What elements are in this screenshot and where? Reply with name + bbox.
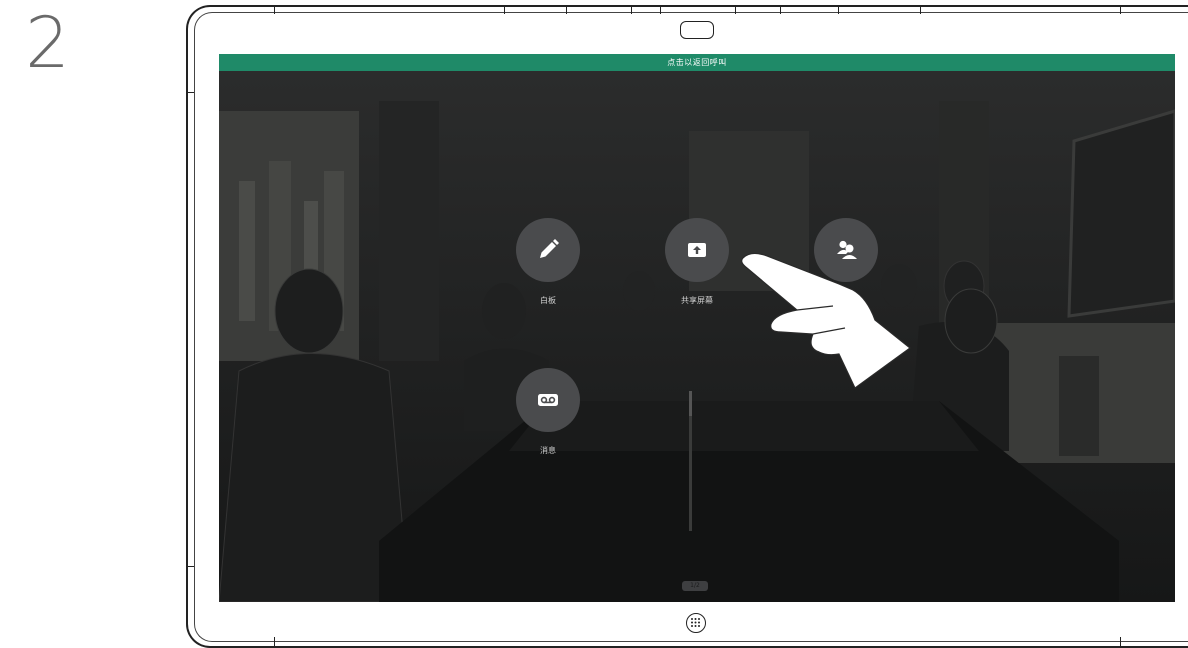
bezel-tick bbox=[660, 5, 661, 14]
home-button[interactable] bbox=[686, 613, 706, 633]
share-screen-icon bbox=[688, 243, 706, 257]
bezel-tick bbox=[735, 5, 736, 14]
grid-dots-icon bbox=[691, 618, 700, 627]
share-screen-circle[interactable] bbox=[665, 218, 729, 282]
bezel-tick bbox=[631, 5, 632, 14]
step-number: 2 bbox=[25, 2, 70, 84]
pencil-icon bbox=[540, 239, 559, 258]
bezel-tick bbox=[566, 5, 567, 14]
bezel-tick bbox=[186, 92, 194, 93]
bezel-tick bbox=[1120, 637, 1121, 647]
camera-icon bbox=[680, 21, 714, 39]
whiteboard-circle[interactable] bbox=[516, 218, 580, 282]
bezel-tick bbox=[838, 5, 839, 14]
bezel-tick bbox=[186, 566, 194, 567]
messages-button[interactable]: 消息 bbox=[498, 368, 598, 456]
messages-circle[interactable] bbox=[516, 368, 580, 432]
touch-screen: 点击以返回呼叫 白板 共享屏幕 消息 1/2 bbox=[219, 54, 1175, 602]
whiteboard-button[interactable]: 白板 bbox=[498, 218, 598, 306]
voicemail-icon bbox=[538, 394, 558, 406]
bezel-tick bbox=[920, 5, 921, 14]
bezel-tick bbox=[780, 5, 781, 14]
bezel-tick bbox=[504, 5, 505, 14]
share-screen-label: 共享屏幕 bbox=[681, 296, 713, 305]
page-indicator: 1/2 bbox=[682, 581, 708, 591]
whiteboard-label: 白板 bbox=[540, 296, 556, 305]
bezel-tick bbox=[274, 5, 275, 14]
share-screen-button[interactable]: 共享屏幕 bbox=[647, 218, 747, 306]
return-to-call-banner[interactable]: 点击以返回呼叫 bbox=[219, 54, 1175, 71]
bezel-tick bbox=[1120, 5, 1121, 14]
messages-label: 消息 bbox=[540, 446, 556, 455]
bezel-tick bbox=[274, 637, 275, 647]
meeting-room-background bbox=[219, 71, 1175, 602]
pointing-hand-illustration bbox=[741, 252, 911, 389]
